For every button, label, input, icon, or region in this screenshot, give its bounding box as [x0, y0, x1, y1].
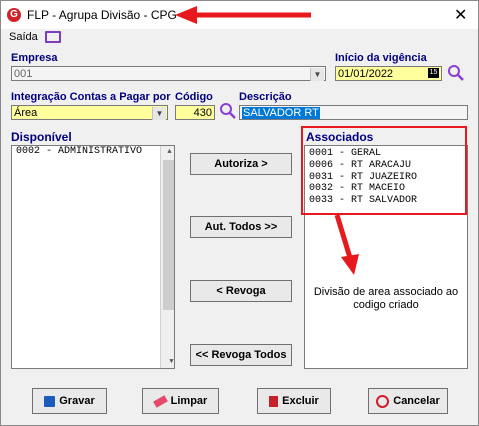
- gravar-label: Gravar: [59, 395, 95, 407]
- search-icon[interactable]: [219, 102, 237, 120]
- cancelar-label: Cancelar: [393, 395, 440, 407]
- monitor-icon: [44, 31, 61, 44]
- codigo-value: 430: [193, 107, 212, 119]
- annotation-box: [301, 126, 467, 215]
- codigo-label: Código: [175, 91, 213, 103]
- window-title: FLP - Agrupa Divisão - CPG: [27, 8, 177, 22]
- floppy-icon: [44, 395, 56, 407]
- app-logo-icon: G: [7, 8, 21, 22]
- revoga-todos-button[interactable]: << Revoga Todos: [190, 344, 292, 366]
- empresa-value: 001: [14, 68, 33, 80]
- title-arrow-icon: [175, 6, 311, 24]
- scrollbar[interactable]: ▲ ▼: [160, 146, 174, 368]
- excluir-label: Excluir: [282, 395, 319, 407]
- autoriza-button[interactable]: Autoriza >: [190, 153, 292, 175]
- list-item[interactable]: 0002 - ADMINISTRATIVO: [14, 146, 162, 158]
- annotation-arrow-icon: [334, 214, 359, 275]
- integracao-select[interactable]: Área ▼: [11, 105, 168, 120]
- integracao-label: Integração Contas a Pagar por: [11, 91, 171, 103]
- empresa-label: Empresa: [11, 52, 58, 64]
- calendar-icon[interactable]: 15: [428, 68, 439, 78]
- disponivel-list[interactable]: 0002 - ADMINISTRATIVO0021 - PMA ITABUNA0…: [11, 145, 175, 369]
- codigo-input[interactable]: 430: [175, 105, 215, 120]
- descricao-label: Descrição: [239, 91, 292, 103]
- annotation-text: Divisão de area associado ao codigo cria…: [313, 286, 459, 311]
- inicio-value: 01/01/2022: [338, 68, 394, 80]
- descricao-value: SALVADOR RT: [242, 107, 320, 119]
- integracao-value: Área: [14, 107, 38, 119]
- scroll-up-icon[interactable]: ▲: [163, 146, 174, 158]
- empresa-select[interactable]: 001 ▼: [11, 66, 326, 81]
- limpar-label: Limpar: [170, 395, 208, 407]
- revoga-button[interactable]: < Revoga: [190, 280, 292, 302]
- scroll-down-icon[interactable]: ▼: [163, 356, 174, 368]
- gravar-button[interactable]: Gravar: [32, 388, 107, 414]
- menu-saida-label: Saída: [9, 31, 38, 43]
- aut-todos-button[interactable]: Aut. Todos >>: [190, 216, 292, 238]
- eraser-icon: [152, 394, 168, 408]
- chevron-down-icon: ▼: [152, 107, 166, 120]
- search-icon[interactable]: [447, 64, 465, 82]
- trash-icon: [269, 395, 279, 407]
- menu-saida[interactable]: Saída: [9, 31, 61, 45]
- excluir-button[interactable]: Excluir: [257, 388, 331, 414]
- scroll-thumb[interactable]: [163, 160, 174, 310]
- chevron-down-icon: ▼: [310, 68, 324, 81]
- inicio-label: Início da vigência: [335, 52, 427, 64]
- inicio-date-field[interactable]: 01/01/2022 15: [335, 66, 442, 81]
- disponivel-label: Disponível: [11, 130, 72, 144]
- cancelar-button[interactable]: Cancelar: [368, 388, 448, 414]
- close-icon[interactable]: ✕: [454, 5, 467, 25]
- limpar-button[interactable]: Limpar: [142, 388, 219, 414]
- app-window: G FLP - Agrupa Divisão - CPG ✕ Saída Emp…: [0, 0, 479, 426]
- cancel-icon: [376, 394, 390, 408]
- descricao-input[interactable]: SALVADOR RT: [239, 105, 468, 120]
